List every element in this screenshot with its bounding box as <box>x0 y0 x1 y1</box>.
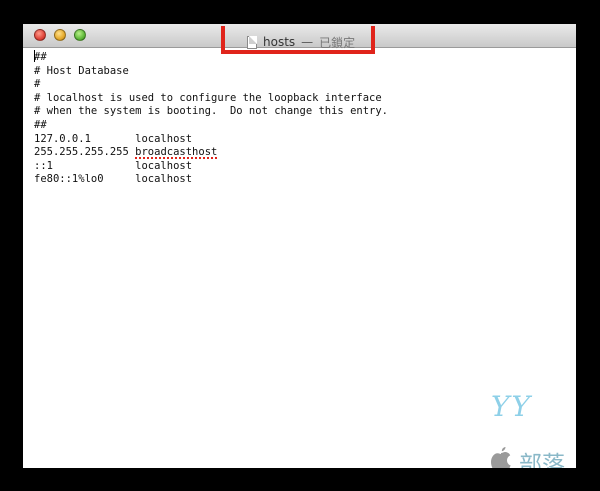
editor-line: ::1 localhost <box>34 159 193 172</box>
watermark-logo: YY 部落 <box>485 390 576 468</box>
apple-icon <box>491 447 511 468</box>
close-button[interactable] <box>34 29 46 41</box>
misspelled-word[interactable]: broadcasthost <box>135 146 217 158</box>
editor-line: ## <box>34 51 47 63</box>
document-icon <box>247 35 257 49</box>
editor-line-broadcast: 255.255.255.255 broadcasthost <box>34 146 576 160</box>
editor-line: fe80::1%lo0 localhost <box>34 173 193 186</box>
editor-line: 127.0.0.1 localhost <box>34 132 193 145</box>
textedit-window: hosts — 已鎖定 ## # Host Database # # local… <box>23 24 576 468</box>
window-title-filename: hosts <box>263 35 296 49</box>
editor-line: # Host Database <box>34 64 129 77</box>
window-title-separator: — <box>301 35 314 49</box>
editor-line-broadcast-address: 255.255.255.255 <box>34 146 136 159</box>
editor-line: # localhost is used to configure the loo… <box>34 91 382 104</box>
text-cursor <box>34 50 35 62</box>
title-bar[interactable]: hosts — 已鎖定 <box>23 24 576 50</box>
editor-line: # when the system is booting. Do not cha… <box>34 105 389 118</box>
editor-line: # <box>34 78 41 91</box>
zoom-button[interactable] <box>74 29 86 41</box>
watermark-text: 部落 <box>519 452 565 468</box>
editor-line: ## <box>34 118 47 131</box>
watermark-yy: YY <box>491 390 532 423</box>
minimize-button[interactable] <box>54 29 66 41</box>
